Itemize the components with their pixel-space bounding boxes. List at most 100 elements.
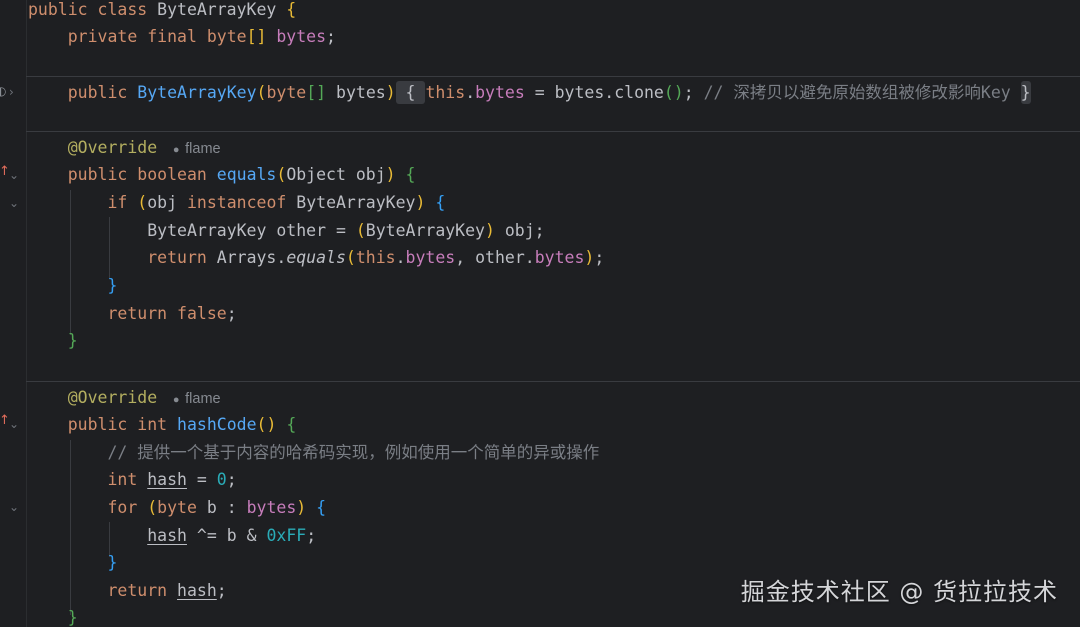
method-name: hashCode [177,415,257,434]
dot: . [395,248,406,267]
separator: , other. [455,248,535,267]
code-line-annotation[interactable]: @Override ● flame [28,134,221,161]
code-line-return-hash[interactable]: return hash; [28,577,227,604]
brace: } [107,553,118,572]
dot: . [465,83,476,102]
member-separator [26,76,1080,77]
code-line-class-declaration[interactable]: public class ByteArrayKey { [28,0,296,23]
person-icon: ● [172,144,180,156]
code-line-return-false[interactable]: return false; [28,300,237,327]
person-icon: ● [172,394,180,406]
chevron-down-icon[interactable]: ⌄ [9,196,19,210]
paren: ) [385,165,396,184]
code-author-hint[interactable]: ● flame [171,141,221,157]
code-line-comment[interactable]: // 提供一个基于内容的哈希码实现，例如使用一个简单的异或操作 [28,439,599,466]
code-line-field[interactable]: private final byte[] bytes; [28,23,336,50]
paren: ) [584,248,595,267]
constructor-marker-icon[interactable]: ◐ [0,84,6,98]
method-name: equals [216,165,277,184]
semicolon: ; [216,581,227,600]
code-line-int-hash[interactable]: int hash = 0; [28,466,236,493]
brace: } [67,608,78,627]
brace: } [107,276,118,295]
keyword: public int [67,415,178,434]
paren: ( [355,221,366,240]
variable: hash [147,526,187,545]
code-line-xor[interactable]: hash ^= b & 0xFF; [28,522,316,549]
paren: ) [296,498,307,517]
brackets: [] [306,83,327,102]
author-name: flame [185,391,221,407]
keyword: public boolean [67,165,217,184]
class-name: ByteArrayKey [157,0,277,19]
keyword: if [107,193,138,212]
chevron-down-icon[interactable]: ⌄ [9,417,19,431]
type-name: ByteArrayKey [296,193,416,212]
number-literal: 0xFF [266,526,307,545]
member-separator [26,381,1080,382]
code-line-close-method[interactable]: } [28,327,78,354]
semicolon: ; [326,27,336,46]
param-type: byte [266,83,307,102]
paren: ( [256,83,267,102]
keyword: private final byte [67,27,247,46]
static-method: equals [286,248,346,267]
folded-region-close[interactable]: } [1020,81,1031,104]
this-keyword: this [425,83,466,102]
line-gutter[interactable]: › ◐ ↑ ⌄ ⌄ ↑ ⌄ ⌄ [0,0,27,627]
operator: ^= b & [186,526,267,545]
variable: hash [147,470,187,489]
code-line-constructor[interactable]: public ByteArrayKey(byte[] bytes) { this… [28,79,1031,106]
code-line-hashcode-signature[interactable]: public int hashCode() { [28,411,297,438]
paren: ( [276,165,287,184]
class-ref: Arrays. [216,248,287,267]
field-name: bytes [276,27,327,46]
code-line-cast[interactable]: ByteArrayKey other = (ByteArrayKey) obj; [28,217,545,244]
code-line-equals-signature[interactable]: public boolean equals(Object obj) { [28,161,416,188]
code-author-hint[interactable]: ● flame [171,391,221,407]
code-line-close-if[interactable]: } [28,272,117,299]
paren: ( [137,193,148,212]
this-keyword: this [355,248,396,267]
keyword: byte [157,498,207,517]
code-editor[interactable]: › ◐ ↑ ⌄ ⌄ ↑ ⌄ ⌄ public class ByteArrayKe… [0,0,1080,627]
code-line-close-hashcode[interactable]: } [28,604,78,627]
type-name: ByteArrayKey [365,221,485,240]
keyword: public class [28,0,158,19]
line-comment: // 提供一个基于内容的哈希码实现，例如使用一个简单的异或操作 [107,443,600,462]
paren: () [663,83,684,102]
field-name: bytes [534,248,585,267]
annotation: @Override [67,388,158,407]
assignment: = bytes.clone [524,83,664,102]
keyword: for [107,498,148,517]
brace: { [395,165,416,184]
keyword: return [147,248,217,267]
keyword: return false [107,304,227,323]
semicolon: ; [226,304,237,323]
code-line-close-for[interactable]: } [28,549,117,576]
keyword: instanceof [186,193,297,212]
paren: ) [415,193,426,212]
paren: ( [345,248,356,267]
field-name: bytes [475,83,525,102]
chevron-down-icon[interactable]: ⌄ [9,500,19,514]
chevron-right-icon[interactable]: › [9,85,14,99]
chevron-down-icon[interactable]: ⌄ [9,168,19,182]
code-line-for-loop[interactable]: for (byte b : bytes) { [28,494,326,521]
semicolon: ; [306,526,317,545]
rest: obj; [494,221,545,240]
brace: { [286,0,297,19]
code-line-annotation[interactable]: @Override ● flame [28,384,221,411]
inline-comment: // 深拷贝以避免原始数组被修改影响Key [693,83,1021,102]
brackets: [] [246,27,267,46]
param-name: bytes [326,83,386,102]
paren: ) [385,83,396,102]
semicolon: ; [594,248,605,267]
paren: ) [485,221,495,240]
code-line-if[interactable]: if (obj instanceof ByteArrayKey) { [28,189,445,216]
member-separator [26,131,1080,132]
folded-region-open[interactable]: { [395,81,426,104]
brace: { [425,193,446,212]
code-line-return-equals[interactable]: return Arrays.equals(this.bytes, other.b… [28,244,604,271]
paren: ( [147,498,158,517]
